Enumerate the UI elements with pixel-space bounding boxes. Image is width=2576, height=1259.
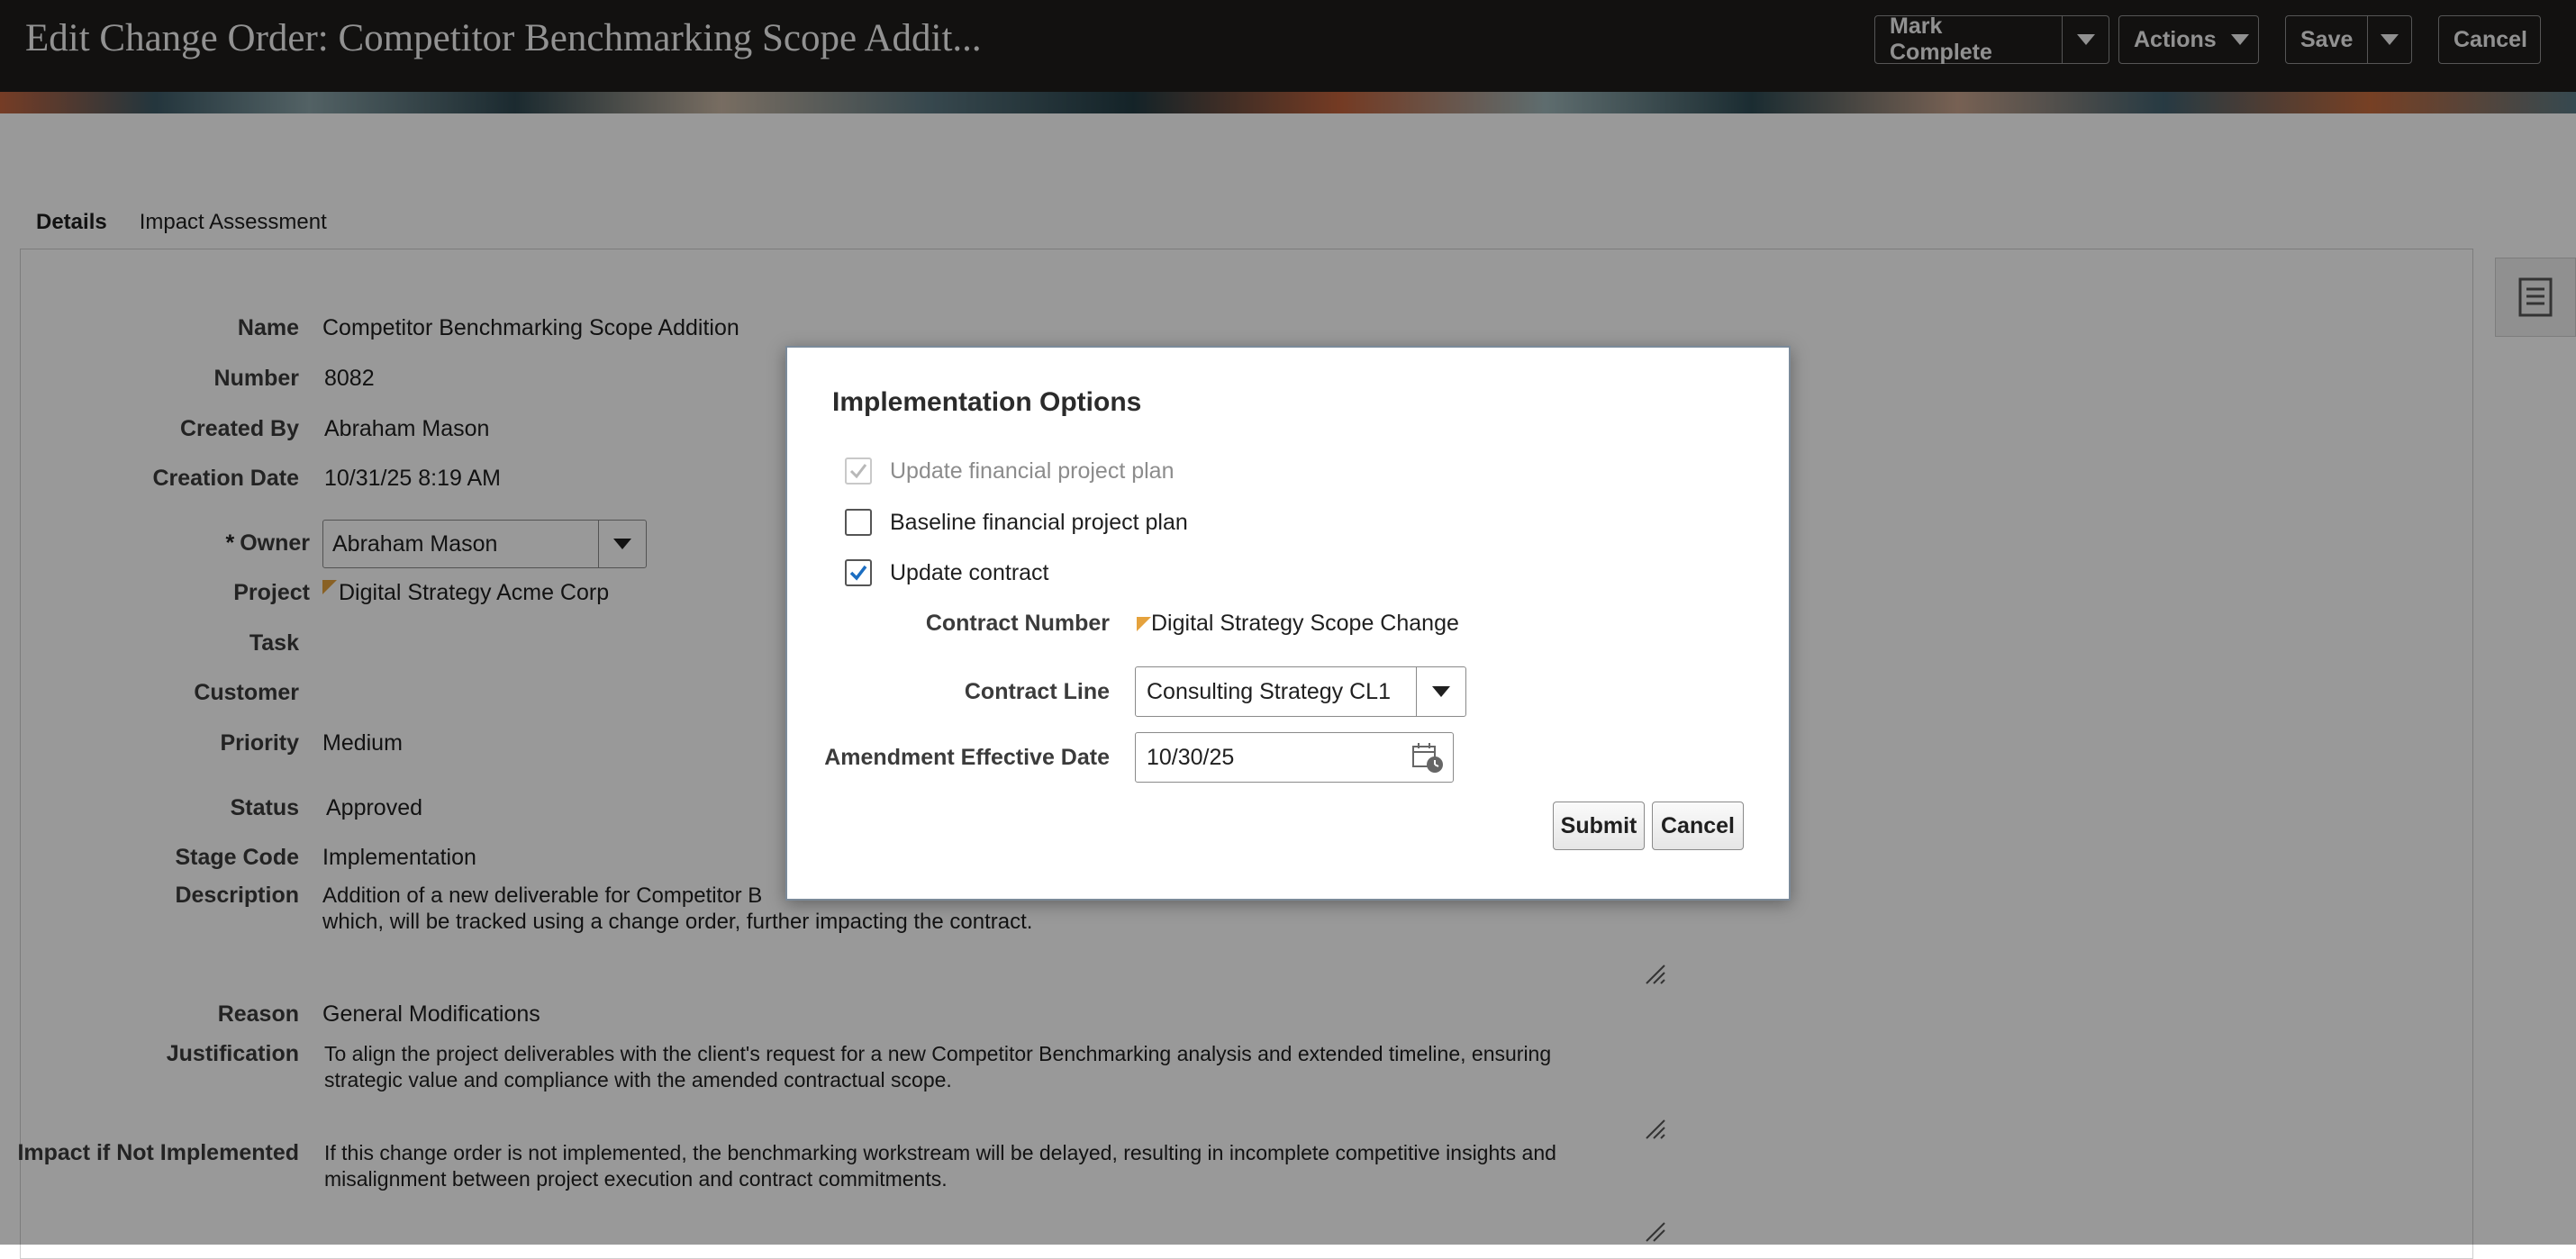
amendment-date-value: 10/30/25 bbox=[1147, 744, 1235, 770]
contract-line-select[interactable]: Consulting Strategy CL1 bbox=[1135, 666, 1466, 717]
amendment-date-input[interactable]: 10/30/25 bbox=[1135, 732, 1454, 783]
baseline-financial-plan-checkbox[interactable] bbox=[845, 509, 872, 536]
contract-line-label: Contract Line bbox=[964, 678, 1110, 704]
dialog-cancel-button[interactable]: Cancel bbox=[1652, 802, 1744, 850]
update-financial-plan-checkbox bbox=[845, 457, 872, 485]
update-contract-option[interactable]: Update contract bbox=[845, 559, 1049, 586]
amendment-date-row: Amendment Effective Date 10/30/25 bbox=[787, 732, 1454, 783]
checkmark-icon bbox=[849, 464, 867, 479]
update-contract-checkbox[interactable] bbox=[845, 559, 872, 586]
baseline-financial-plan-option[interactable]: Baseline financial project plan bbox=[845, 509, 1188, 536]
contract-line-value: Consulting Strategy CL1 bbox=[1147, 678, 1391, 704]
calendar-icon[interactable] bbox=[1410, 739, 1446, 775]
changed-flag-icon bbox=[1137, 616, 1151, 631]
checkmark-icon bbox=[849, 565, 867, 581]
dialog-title: Implementation Options bbox=[832, 387, 1142, 417]
amendment-date-label: Amendment Effective Date bbox=[824, 744, 1110, 770]
contract-number-value: Digital Strategy Scope Change bbox=[1151, 611, 1459, 636]
contract-line-row: Contract Line Consulting Strategy CL1 bbox=[787, 666, 1466, 717]
submit-button[interactable]: Submit bbox=[1553, 802, 1645, 850]
contract-number-label: Contract Number bbox=[925, 611, 1110, 636]
implementation-options-dialog: Implementation Options Update financial … bbox=[785, 346, 1791, 901]
update-financial-plan-option: Update financial project plan bbox=[845, 457, 1174, 485]
baseline-financial-plan-label[interactable]: Baseline financial project plan bbox=[890, 510, 1188, 536]
contract-line-dropdown-button[interactable] bbox=[1416, 667, 1465, 716]
chevron-down-icon bbox=[1432, 686, 1450, 697]
contract-number-row: Contract Number Digital Strategy Scope C… bbox=[787, 611, 1459, 637]
update-financial-plan-label: Update financial project plan bbox=[890, 457, 1175, 484]
update-contract-label[interactable]: Update contract bbox=[890, 560, 1049, 586]
